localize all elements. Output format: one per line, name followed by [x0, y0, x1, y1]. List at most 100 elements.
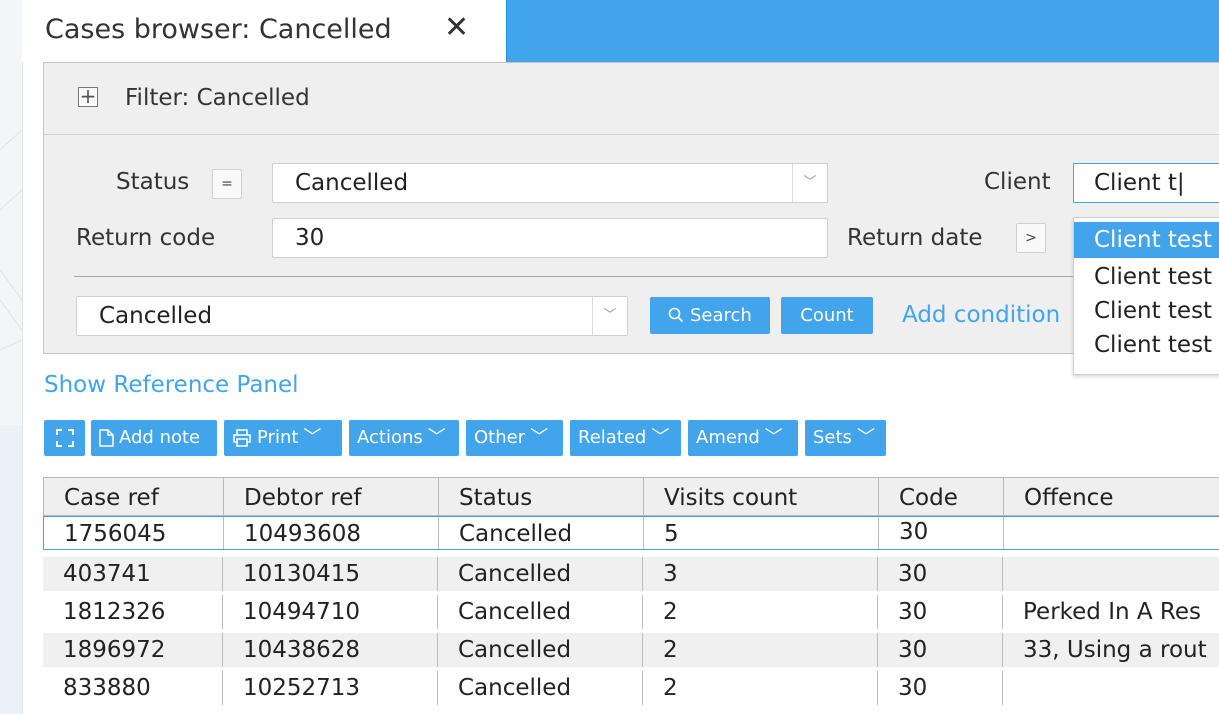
cell-status: Cancelled — [438, 557, 643, 591]
client-label: Client — [984, 169, 1051, 195]
saved-filter-value: Cancelled — [99, 303, 213, 329]
cell-debtor-ref: 10494710 — [223, 595, 438, 629]
cell-code: 30 — [878, 557, 1003, 591]
filter-header[interactable]: + Filter: Cancelled — [44, 63, 1219, 135]
expand-button[interactable] — [44, 420, 85, 456]
sets-label: Sets — [813, 427, 852, 448]
tab-title: Cases browser: Cancelled — [45, 14, 392, 45]
chevron-down-icon: ﹀ — [856, 427, 875, 448]
column-header-debtor-ref[interactable]: Debtor ref — [224, 478, 439, 515]
table-row[interactable]: 1756045 10493608 Cancelled 5 30 — [43, 516, 1219, 550]
column-header-status[interactable]: Status — [439, 478, 644, 515]
cell-visits-count: 2 — [643, 633, 878, 667]
return-date-label: Return date — [847, 225, 983, 251]
cell-status: Cancelled — [438, 595, 643, 629]
left-lower-panel — [0, 425, 22, 714]
client-dropdown: Client test Client test Client test Clie… — [1073, 217, 1219, 375]
return-code-value: 30 — [295, 225, 325, 251]
column-header-visits-count[interactable]: Visits count — [644, 478, 879, 515]
client-option[interactable]: Client test — [1074, 222, 1219, 258]
other-button[interactable]: Other ﹀ — [466, 420, 563, 456]
cell-offence — [1003, 671, 1219, 705]
cell-offence — [1004, 517, 1219, 549]
cell-visits-count: 2 — [643, 595, 878, 629]
add-condition-link[interactable]: Add condition — [902, 302, 1060, 328]
other-label: Other — [474, 427, 526, 448]
cell-code: 30 — [878, 671, 1003, 705]
sets-button[interactable]: Sets ﹀ — [805, 420, 886, 456]
cell-visits-count: 2 — [643, 671, 878, 705]
table-header: Case ref Debtor ref Status Visits count … — [43, 477, 1219, 516]
chevron-down-icon: ﹀ — [764, 427, 783, 448]
cell-case-ref: 403741 — [43, 557, 223, 591]
search-button[interactable]: Search — [650, 297, 770, 334]
chevron-down-icon[interactable]: ﹀ — [792, 164, 827, 202]
column-header-code[interactable]: Code — [879, 478, 1004, 515]
related-label: Related — [578, 427, 647, 448]
document-icon — [99, 429, 114, 447]
table-row[interactable]: 833880 10252713 Cancelled 2 30 — [43, 671, 1219, 705]
search-icon — [668, 307, 684, 323]
cell-visits-count: 3 — [643, 557, 878, 591]
status-operator-button[interactable]: = — [212, 169, 242, 199]
add-note-label: Add note — [119, 427, 201, 448]
add-note-button[interactable]: Add note — [91, 420, 217, 456]
left-background — [0, 0, 23, 714]
search-button-label: Search — [689, 305, 752, 326]
cell-status: Cancelled — [439, 517, 644, 549]
status-label: Status — [116, 169, 190, 195]
cell-debtor-ref: 10252713 — [223, 671, 438, 705]
cell-code: 30 — [879, 517, 1004, 549]
table-row[interactable]: 403741 10130415 Cancelled 3 30 — [43, 557, 1219, 591]
chevron-down-icon: ﹀ — [303, 427, 322, 448]
cell-debtor-ref: 10438628 — [223, 633, 438, 667]
table-row[interactable]: 1896972 10438628 Cancelled 2 30 33, Usin… — [43, 633, 1219, 667]
cell-case-ref: 1896972 — [43, 633, 223, 667]
cell-case-ref: 833880 — [43, 671, 223, 705]
cell-visits-count: 5 — [644, 517, 879, 549]
cell-debtor-ref: 10493608 — [224, 517, 439, 549]
saved-filter-select[interactable]: Cancelled ﹀ — [76, 296, 628, 336]
plus-icon[interactable]: + — [78, 86, 98, 107]
filter-divider — [74, 276, 1219, 277]
return-date-operator-button[interactable]: > — [1016, 223, 1046, 253]
client-option[interactable]: Client test — [1074, 260, 1219, 294]
chevron-down-icon: ﹀ — [427, 427, 446, 448]
tab-bar: Cases browser: Cancelled ✕ — [22, 0, 1219, 62]
chevron-down-icon: ﹀ — [651, 427, 670, 448]
cell-status: Cancelled — [438, 671, 643, 705]
count-button[interactable]: Count — [781, 297, 873, 334]
cell-offence: Perked In A Res — [1023, 599, 1202, 625]
actions-button[interactable]: Actions ﹀ — [349, 420, 459, 456]
amend-label: Amend — [696, 427, 760, 448]
return-code-label: Return code — [76, 225, 216, 251]
column-header-offence[interactable]: Offence — [1004, 478, 1219, 515]
client-option[interactable]: Client test — [1074, 294, 1219, 328]
amend-button[interactable]: Amend ﹀ — [688, 420, 798, 456]
column-header-case-ref[interactable]: Case ref — [44, 478, 224, 515]
chevron-down-icon[interactable]: ﹀ — [592, 297, 627, 335]
expand-icon — [55, 429, 74, 447]
cell-code: 30 — [878, 595, 1003, 629]
client-option[interactable]: Client test — [1074, 328, 1219, 362]
cell-code: 30 — [878, 633, 1003, 667]
status-select[interactable]: Cancelled ﹀ — [272, 163, 828, 203]
print-button[interactable]: Print ﹀ — [224, 420, 342, 456]
close-icon[interactable]: ✕ — [444, 10, 469, 45]
chevron-down-icon: ﹀ — [530, 427, 549, 448]
printer-icon — [233, 429, 251, 447]
actions-label: Actions — [357, 427, 423, 448]
decorative-lines — [0, 129, 22, 351]
tab-cases-browser[interactable]: Cases browser: Cancelled ✕ — [22, 0, 507, 62]
related-button[interactable]: Related ﹀ — [570, 420, 681, 456]
cell-case-ref: 1756045 — [44, 517, 224, 549]
table-row[interactable]: 1812326 10494710 Cancelled 2 30 Perked I… — [43, 595, 1219, 629]
cell-debtor-ref: 10130415 — [223, 557, 438, 591]
cell-case-ref: 1812326 — [43, 595, 223, 629]
client-input[interactable]: Client t| — [1073, 163, 1219, 203]
show-reference-panel-link[interactable]: Show Reference Panel — [44, 372, 299, 398]
return-code-input[interactable]: 30 — [272, 218, 828, 258]
status-select-value: Cancelled — [295, 170, 409, 196]
print-label: Print — [257, 427, 299, 448]
filter-title: Filter: Cancelled — [125, 85, 310, 111]
